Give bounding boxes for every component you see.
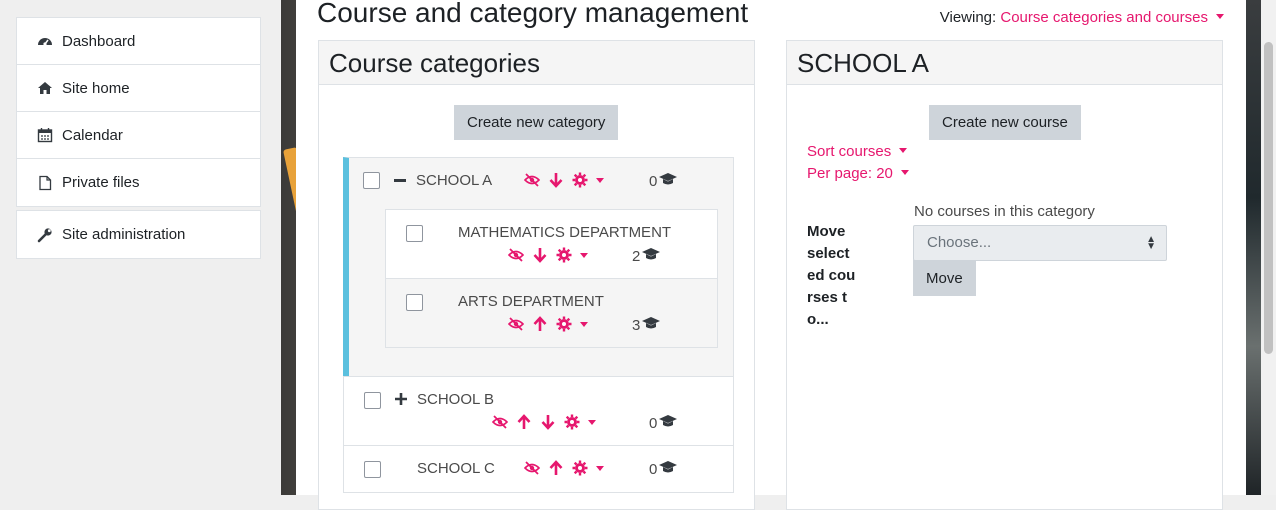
category-name[interactable]: SCHOOL C (417, 460, 495, 477)
category-name[interactable]: SCHOOL A (416, 172, 492, 189)
graduation-cap-icon (658, 460, 678, 478)
gear-icon[interactable] (556, 316, 572, 332)
admin-nav: Site administration (16, 210, 261, 259)
categories-panel-title: Course categories (319, 41, 754, 85)
left-drawer: Dashboard Site home Calendar Private fil… (0, 0, 281, 495)
course-count: 2 (632, 247, 661, 265)
per-page-dropdown[interactable]: Per page: 20 (807, 165, 909, 182)
graduation-cap-icon (658, 414, 678, 432)
arrow-down-icon[interactable] (532, 247, 548, 263)
category-name[interactable]: SCHOOL B (417, 391, 494, 408)
category-actions (524, 172, 604, 188)
gear-icon[interactable] (556, 247, 572, 263)
gear-icon[interactable] (572, 460, 588, 476)
arrow-up-icon[interactable] (548, 460, 564, 476)
nav-dashboard[interactable]: Dashboard (17, 18, 260, 65)
course-count: 0 (649, 172, 678, 190)
nav-site-home[interactable]: Site home (17, 65, 260, 112)
page-title: Course and category management (317, 0, 749, 28)
gear-icon[interactable] (572, 172, 588, 188)
category-row-school-c: SCHOOL C 0 (343, 445, 734, 493)
viewing-label: Viewing: (939, 9, 997, 26)
category-row-school-b: SCHOOL B 0 (343, 376, 734, 446)
create-course-button[interactable]: Create new course (929, 105, 1081, 140)
nav-calendar[interactable]: Calendar (17, 112, 260, 159)
eye-slash-icon[interactable] (524, 172, 540, 188)
course-count: 0 (649, 414, 678, 432)
category-checkbox[interactable] (364, 461, 381, 478)
category-name[interactable]: MATHEMATICS DEPARTMENT (458, 224, 671, 241)
categories-panel: Course categories Create new category SC… (318, 40, 755, 510)
chevron-down-icon[interactable] (580, 321, 588, 327)
graduation-cap-icon (658, 172, 678, 190)
sort-courses-dropdown[interactable]: Sort courses (807, 143, 908, 160)
viewing-dropdown[interactable]: Course categories and courses (1000, 9, 1224, 26)
chevron-down-icon (900, 170, 909, 175)
eye-slash-icon[interactable] (492, 414, 508, 430)
category-checkbox[interactable] (364, 392, 381, 409)
move-target-select[interactable]: Choose... ▲ ▼ (913, 225, 1167, 261)
nav-label: Private files (62, 174, 140, 191)
arrow-up-icon[interactable] (516, 414, 532, 430)
nav-label: Site administration (62, 226, 186, 243)
home-icon (37, 80, 53, 96)
category-name[interactable]: ARTS DEPARTMENT (458, 293, 604, 310)
viewing-selector: Viewing: Course categories and courses (940, 9, 1224, 26)
category-checkbox[interactable] (406, 225, 423, 242)
graduation-cap-icon (641, 316, 661, 334)
arrow-down-icon[interactable] (548, 172, 564, 188)
category-actions (508, 247, 588, 263)
chevron-down-icon (1216, 14, 1224, 19)
chevron-down-icon[interactable] (596, 465, 604, 471)
nav-site-administration[interactable]: Site administration (17, 211, 260, 258)
main-nav: Dashboard Site home Calendar Private fil… (16, 17, 261, 207)
file-icon (37, 175, 53, 191)
courses-panel: SCHOOL A Create new course Sort courses … (786, 40, 1223, 510)
category-actions (508, 316, 588, 332)
courses-panel-title: SCHOOL A (787, 41, 1222, 85)
category-actions (524, 460, 604, 476)
gear-icon[interactable] (564, 414, 580, 430)
chevron-down-icon[interactable] (596, 177, 604, 183)
chevron-down-icon[interactable] (580, 252, 588, 258)
arrow-down-icon[interactable] (540, 414, 556, 430)
create-category-button[interactable]: Create new category (454, 105, 619, 140)
page-scrollbar[interactable] (1261, 0, 1276, 495)
calendar-icon (37, 127, 53, 143)
category-row-mathematics: MATHEMATICS DEPARTMENT 2 (385, 209, 718, 279)
move-button[interactable]: Move (913, 260, 976, 296)
nav-label: Site home (62, 79, 130, 97)
nav-label: Dashboard (62, 32, 136, 50)
category-checkbox[interactable] (406, 294, 423, 311)
graduation-cap-icon (641, 247, 661, 265)
viewing-value: Course categories and courses (1000, 9, 1208, 26)
category-actions (492, 414, 596, 430)
move-courses-label: Move selected courses to... (807, 223, 856, 328)
arrow-up-icon[interactable] (532, 316, 548, 332)
select-arrows-icon: ▲ ▼ (1146, 234, 1156, 252)
category-row-arts: ARTS DEPARTMENT 3 (385, 278, 718, 348)
course-count: 3 (632, 316, 661, 334)
main-region: Course and category management Viewing: … (296, 0, 1246, 510)
wrench-icon (37, 227, 53, 243)
chevron-down-icon (899, 148, 908, 153)
category-row-school-a: SCHOOL A 0 MATHEMATICS DEPARTMENT 2 ARTS… (343, 157, 734, 377)
course-count: 0 (649, 460, 678, 478)
category-checkbox[interactable] (363, 172, 380, 189)
nav-private-files[interactable]: Private files (17, 159, 260, 206)
nav-label: Calendar (62, 126, 123, 144)
eye-slash-icon[interactable] (524, 460, 540, 476)
eye-slash-icon[interactable] (508, 316, 524, 332)
eye-slash-icon[interactable] (508, 247, 524, 263)
expand-icon[interactable] (395, 392, 407, 410)
empty-category-message: No courses in this category (914, 203, 1095, 220)
chevron-down-icon[interactable] (588, 419, 596, 425)
scrollbar-thumb[interactable] (1264, 42, 1273, 354)
dashboard-icon (37, 33, 53, 49)
collapse-icon[interactable] (394, 179, 406, 182)
